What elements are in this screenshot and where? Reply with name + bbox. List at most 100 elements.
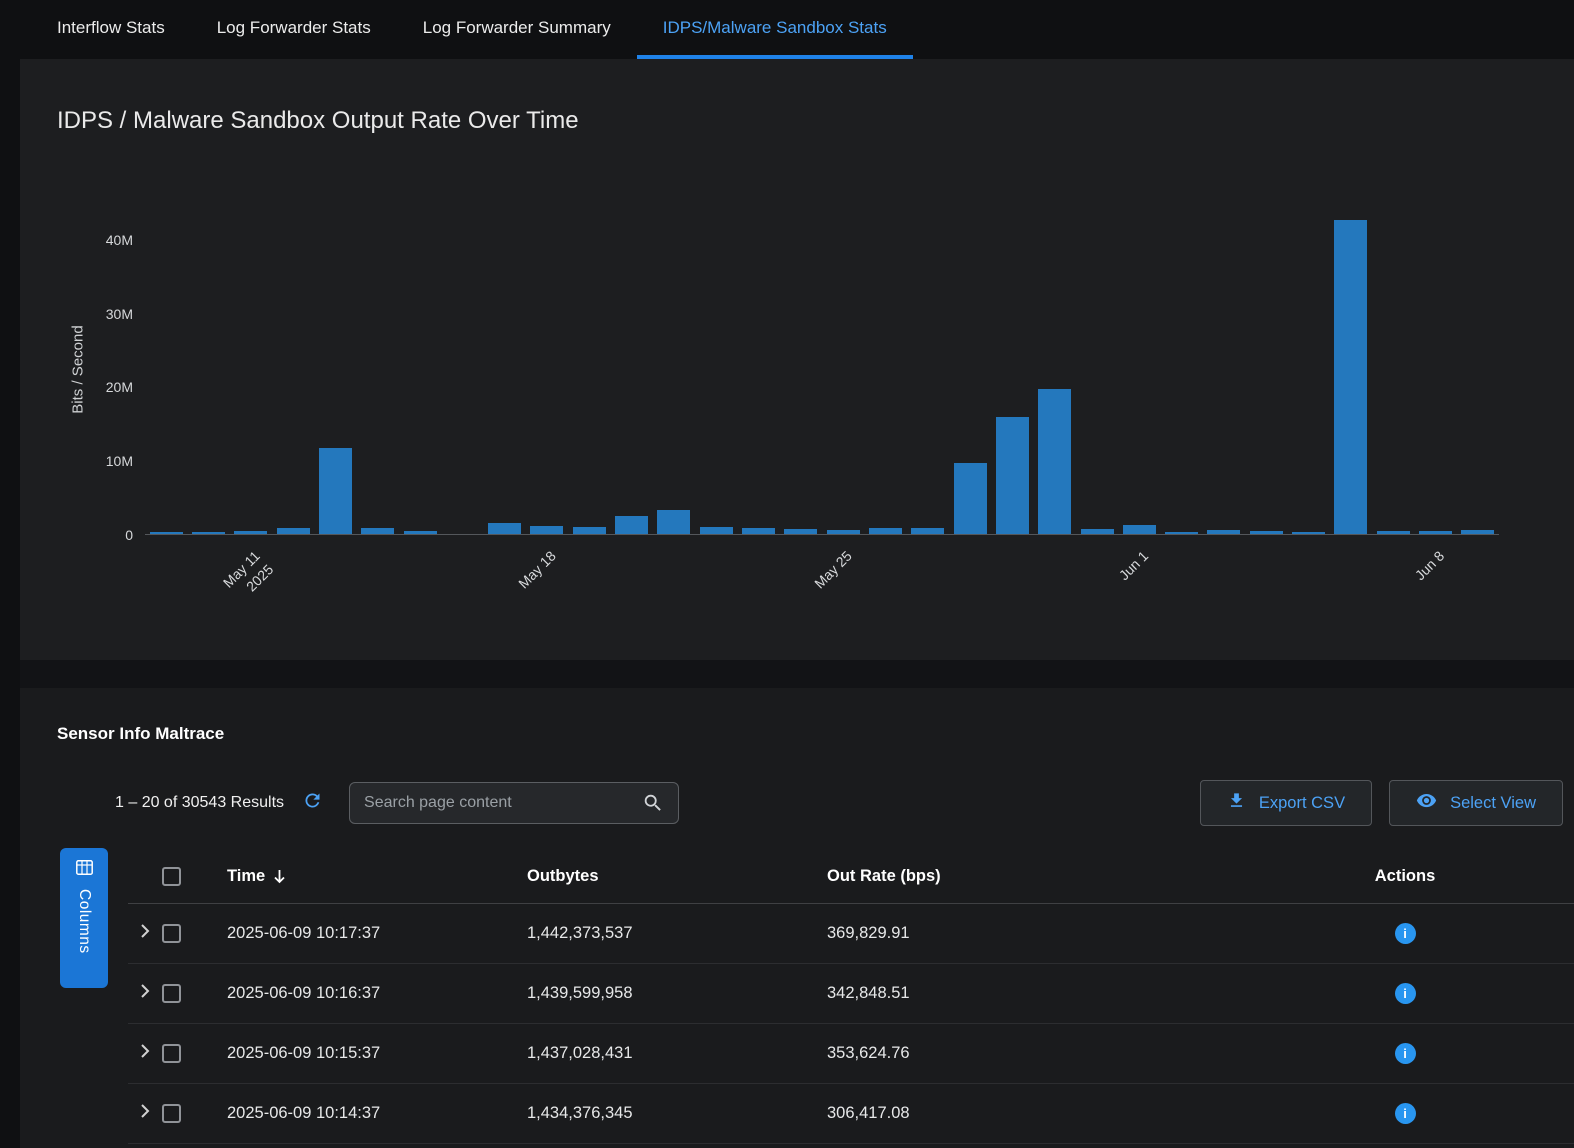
row-time: 2025-06-09 10:14:37	[206, 1104, 506, 1123]
section-title: Sensor Info Maltrace	[57, 724, 1574, 744]
row-expand-chevron[interactable]	[128, 983, 162, 1004]
eye-icon	[1416, 790, 1437, 816]
row-expand-chevron[interactable]	[128, 1103, 162, 1124]
tab-log-forwarder-summary[interactable]: Log Forwarder Summary	[397, 0, 637, 59]
info-icon[interactable]: i	[1395, 923, 1416, 944]
chart-title: IDPS / Malware Sandbox Output Rate Over …	[20, 59, 1574, 135]
tab-idps-malware-sandbox-stats[interactable]: IDPS/Malware Sandbox Stats	[637, 0, 913, 59]
y-tick-label: 30M	[106, 306, 133, 322]
chart-bar-slot	[314, 203, 356, 534]
column-header-time[interactable]: Time	[206, 867, 506, 886]
row-outbytes: 1,439,599,958	[506, 984, 806, 1003]
column-header-out-rate[interactable]: Out Rate (bps)	[806, 867, 1236, 886]
table-row: 2025-06-09 10:15:37 1,437,028,431 353,62…	[128, 1024, 1574, 1084]
column-header-time-label: Time	[227, 867, 265, 886]
x-tick-label: May 18	[514, 547, 560, 593]
chart-bar	[530, 526, 563, 534]
row-checkbox[interactable]	[162, 1044, 181, 1063]
chart-bar-slot	[864, 203, 906, 534]
select-view-label: Select View	[1450, 794, 1536, 813]
x-axis-ticks: May 112025May 18May 25Jun 1Jun 8	[145, 535, 1499, 625]
chart-bar	[1461, 530, 1494, 534]
chart-bar-slot	[230, 203, 272, 534]
chart-bar	[150, 532, 183, 534]
chart-bar-slot	[695, 203, 737, 534]
chart-bar	[700, 527, 733, 534]
tab-bar: Interflow StatsLog Forwarder StatsLog Fo…	[0, 0, 1574, 59]
chart-bar	[488, 523, 521, 534]
select-all-checkbox[interactable]	[162, 867, 181, 886]
header-checkbox-cell	[162, 867, 206, 886]
chart-bar	[319, 448, 352, 534]
chart-bar-slot	[1287, 203, 1329, 534]
table-row: 2025-06-09 10:16:37 1,439,599,958 342,84…	[128, 964, 1574, 1024]
table-header-row: Time Outbytes Out Rate (bps) Actions	[128, 850, 1574, 904]
chart-bar	[234, 531, 267, 534]
row-expand-chevron[interactable]	[128, 923, 162, 944]
download-icon	[1227, 791, 1246, 815]
output-rate-chart: Bits / Second 010M20M30M40M May 112025Ma…	[145, 203, 1499, 535]
export-csv-button[interactable]: Export CSV	[1200, 780, 1372, 826]
x-tick-label: May 25	[811, 547, 857, 593]
chart-bar	[615, 516, 648, 534]
chart-bar	[1334, 220, 1367, 534]
chart-bar-slot	[1161, 203, 1203, 534]
chart-bar	[869, 528, 902, 534]
info-icon[interactable]: i	[1395, 983, 1416, 1004]
panel-divider	[20, 660, 1574, 688]
table-row: 2025-06-09 10:17:37 1,442,373,537 369,82…	[128, 904, 1574, 964]
tab-interflow-stats[interactable]: Interflow Stats	[31, 0, 191, 59]
chevron-right-icon	[140, 1103, 150, 1124]
x-tick-label: May 112025	[219, 547, 277, 605]
y-axis-ticks: 010M20M30M40M	[83, 203, 133, 535]
column-header-outbytes[interactable]: Outbytes	[506, 867, 806, 886]
chevron-right-icon	[140, 923, 150, 944]
chart-bar	[1377, 531, 1410, 534]
chart-bar-slot	[610, 203, 652, 534]
row-checkbox[interactable]	[162, 1104, 181, 1123]
search-icon	[642, 792, 664, 814]
select-view-button[interactable]: Select View	[1389, 780, 1563, 826]
row-out-rate: 353,624.76	[806, 1044, 1236, 1063]
refresh-button[interactable]	[302, 790, 323, 816]
row-time: 2025-06-09 10:17:37	[206, 924, 506, 943]
info-icon[interactable]: i	[1395, 1043, 1416, 1064]
row-checkbox[interactable]	[162, 924, 181, 943]
chart-bar	[784, 529, 817, 534]
row-expand-chevron[interactable]	[128, 1043, 162, 1064]
chart-bar-slot	[1034, 203, 1076, 534]
search-input[interactable]	[364, 794, 634, 812]
chart-bar	[277, 528, 310, 534]
chart-bar-slot	[1457, 203, 1499, 534]
table-row: 2025-06-09 10:14:37 1,434,376,345 306,41…	[128, 1084, 1574, 1144]
row-out-rate: 342,848.51	[806, 984, 1236, 1003]
chart-bar	[996, 417, 1029, 534]
column-header-actions: Actions	[1236, 867, 1574, 886]
search-box	[349, 782, 679, 824]
table-panel: Sensor Info Maltrace 1 – 20 of 30543 Res…	[20, 688, 1574, 1148]
row-outbytes: 1,437,028,431	[506, 1044, 806, 1063]
info-icon[interactable]: i	[1395, 1103, 1416, 1124]
y-tick-label: 0	[125, 527, 133, 543]
row-actions-cell: i	[1236, 983, 1574, 1004]
row-time: 2025-06-09 10:15:37	[206, 1044, 506, 1063]
row-outbytes: 1,434,376,345	[506, 1104, 806, 1123]
chart-bar-slot	[357, 203, 399, 534]
row-actions-cell: i	[1236, 923, 1574, 944]
chart-bar	[742, 528, 775, 534]
chart-bar	[1165, 532, 1198, 534]
chart-bar-slot	[526, 203, 568, 534]
grid-icon	[76, 860, 93, 880]
chart-bar	[404, 531, 437, 534]
chart-bar-slot	[1245, 203, 1287, 534]
chevron-right-icon	[140, 983, 150, 1004]
columns-button[interactable]: Columns	[60, 848, 108, 988]
row-checkbox[interactable]	[162, 984, 181, 1003]
chart-bar	[573, 527, 606, 534]
row-checkbox-cell	[162, 1104, 206, 1123]
chart-bar	[911, 528, 944, 534]
chart-bar-slot	[1330, 203, 1372, 534]
row-actions-cell: i	[1236, 1043, 1574, 1064]
tab-log-forwarder-stats[interactable]: Log Forwarder Stats	[191, 0, 397, 59]
chart-bar	[827, 530, 860, 534]
